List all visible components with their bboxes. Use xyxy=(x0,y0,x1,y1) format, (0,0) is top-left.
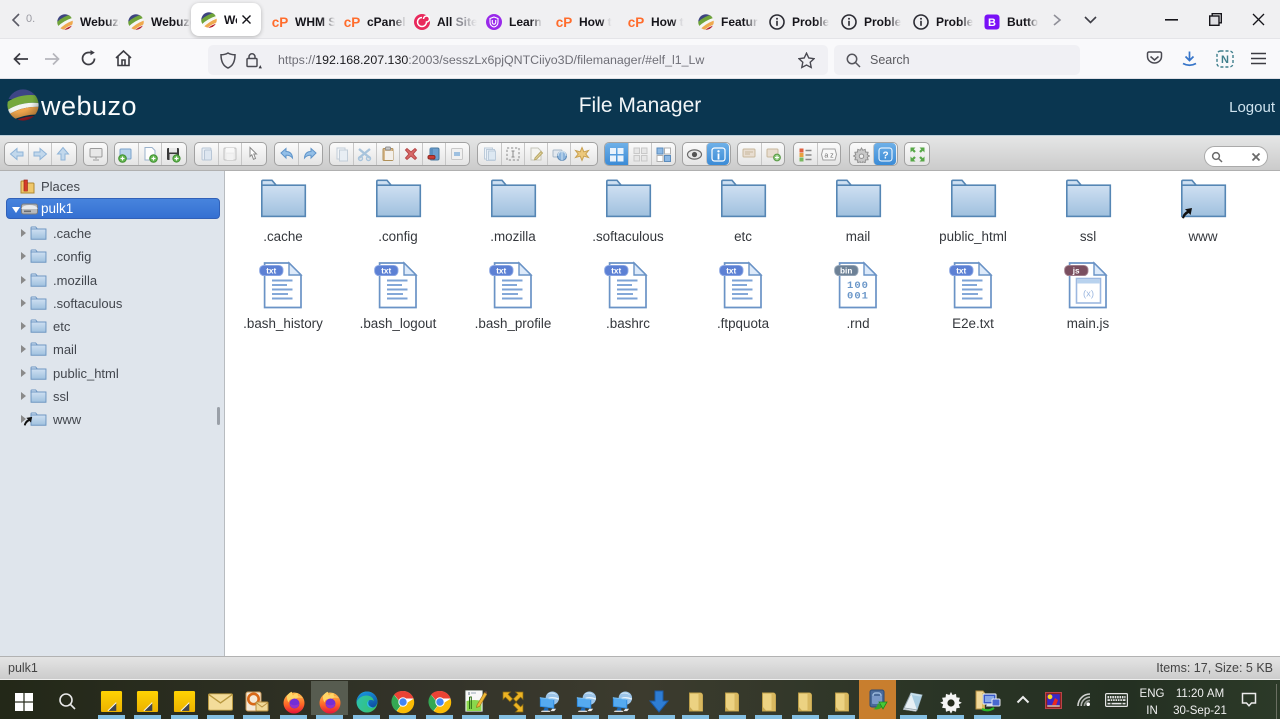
svg-text:a z: a z xyxy=(824,152,834,159)
svg-text:N: N xyxy=(1221,54,1229,66)
svg-text:B: B xyxy=(988,17,996,29)
svg-text:?: ? xyxy=(882,150,888,161)
